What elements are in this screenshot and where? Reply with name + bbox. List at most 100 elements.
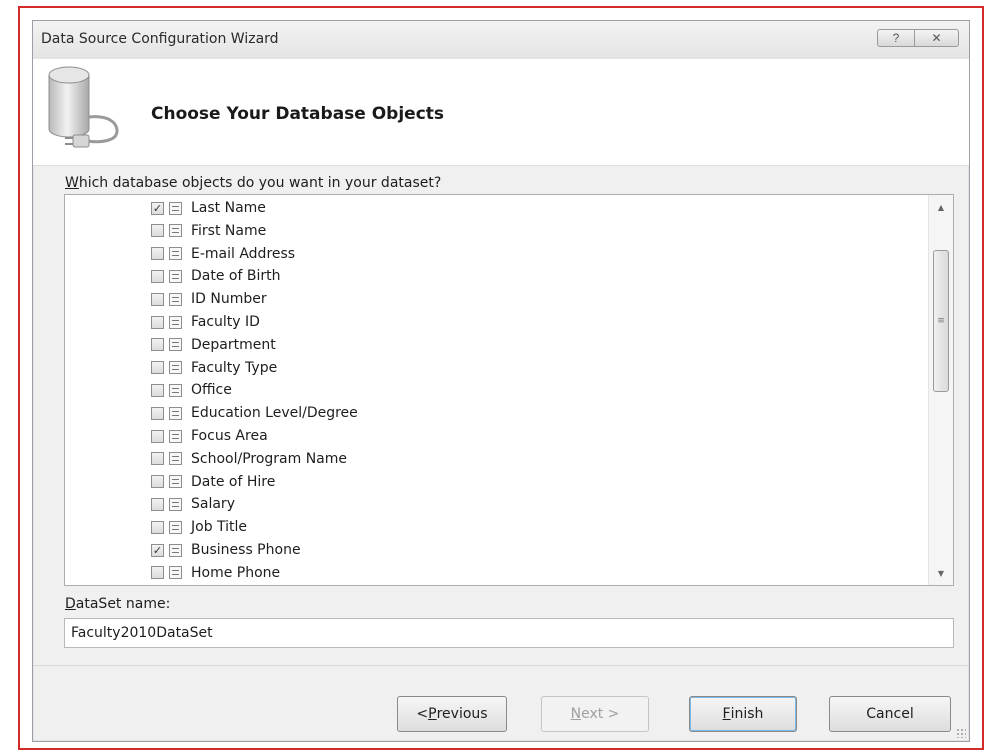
tree-item[interactable]: Focus Area bbox=[151, 425, 268, 447]
column-icon bbox=[169, 520, 182, 534]
checkbox-unchecked[interactable] bbox=[151, 429, 164, 443]
column-icon bbox=[169, 361, 182, 375]
next-text: ext > bbox=[581, 706, 620, 722]
wizard-dialog: Data Source Configuration Wizard ? ✕ Cho… bbox=[32, 20, 970, 742]
checkbox-unchecked[interactable] bbox=[151, 475, 164, 489]
column-icon bbox=[169, 224, 182, 238]
database-objects-tree[interactable]: ✓ Last Name First Name E-mail Address Date o… bbox=[64, 194, 954, 586]
scroll-up-icon[interactable]: ▲ bbox=[929, 197, 953, 217]
title-bar[interactable]: Data Source Configuration Wizard ? ✕ bbox=[33, 21, 969, 59]
checkbox-unchecked[interactable] bbox=[151, 292, 164, 306]
tree-item[interactable]: Job Title bbox=[151, 516, 247, 538]
tree-item[interactable]: Date of Birth bbox=[151, 265, 280, 287]
scroll-thumb[interactable]: ≡ bbox=[933, 250, 949, 392]
checkbox-unchecked[interactable] bbox=[151, 566, 164, 580]
screenshot-frame: Data Source Configuration Wizard ? ✕ Cho… bbox=[18, 6, 984, 750]
tree-item-label: Business Phone bbox=[191, 542, 301, 558]
tree-item[interactable]: Home Phone bbox=[151, 562, 280, 584]
checkbox-unchecked[interactable] bbox=[151, 383, 164, 397]
tree-item-label: First Name bbox=[191, 222, 267, 239]
column-icon bbox=[169, 269, 182, 283]
close-button[interactable]: ✕ bbox=[915, 29, 959, 47]
tree-item[interactable]: E-mail Address bbox=[151, 243, 295, 265]
checkbox-unchecked[interactable] bbox=[151, 224, 164, 238]
tree-item-label: Date of Hire bbox=[191, 473, 276, 490]
tree-item-label: Home Phone bbox=[191, 564, 281, 581]
column-icon bbox=[169, 475, 182, 489]
objects-prompt-text: hich database objects do you want in you… bbox=[78, 175, 442, 191]
checkbox-unchecked[interactable] bbox=[151, 520, 164, 534]
grip-icon: ≡ bbox=[937, 316, 945, 326]
checkbox-checked[interactable]: ✓ bbox=[151, 543, 164, 557]
tree-item-label: Education Level/Degree bbox=[191, 405, 358, 422]
tree-item-label: Office bbox=[191, 382, 232, 399]
scroll-down-icon[interactable]: ▼ bbox=[929, 563, 953, 583]
resize-grip-icon[interactable] bbox=[956, 728, 966, 738]
finish-button[interactable]: Finish bbox=[689, 696, 797, 732]
close-icon: ✕ bbox=[931, 31, 942, 45]
footer-divider bbox=[33, 665, 969, 666]
column-icon bbox=[169, 406, 182, 420]
help-button[interactable]: ? bbox=[877, 29, 915, 47]
checkbox-checked[interactable]: ✓ bbox=[151, 201, 164, 215]
column-icon bbox=[169, 383, 182, 397]
column-icon bbox=[169, 247, 182, 261]
checkbox-unchecked[interactable] bbox=[151, 269, 164, 283]
tree-item[interactable]: ✓ Business Phone bbox=[151, 539, 301, 561]
checkbox-unchecked[interactable] bbox=[151, 452, 164, 466]
tree-item[interactable]: Department bbox=[151, 334, 276, 356]
tree-item-label: ID Number bbox=[191, 291, 267, 308]
cancel-button[interactable]: Cancel bbox=[829, 696, 951, 732]
tree-item-label: Last Name bbox=[191, 200, 266, 216]
column-icon bbox=[169, 315, 182, 329]
dataset-name-label: DataSet name: bbox=[65, 596, 170, 612]
dataset-name-input[interactable] bbox=[64, 618, 954, 648]
column-icon bbox=[169, 429, 182, 443]
tree-item[interactable]: First Name bbox=[151, 220, 266, 242]
tree-item-label: E-mail Address bbox=[191, 245, 296, 262]
column-icon bbox=[169, 452, 182, 466]
tree-item-label: Focus Area bbox=[191, 428, 268, 444]
objects-prompt-accel: W bbox=[65, 175, 79, 191]
tree-item[interactable]: Salary bbox=[151, 493, 235, 515]
cancel-text: Cancel bbox=[866, 706, 914, 722]
objects-prompt-label: Which database objects do you want in yo… bbox=[65, 175, 441, 191]
previous-prefix: < bbox=[416, 706, 429, 722]
checkbox-unchecked[interactable] bbox=[151, 338, 164, 352]
tree-item[interactable]: ✓ Last Name bbox=[151, 197, 266, 219]
tree-item[interactable]: Office bbox=[151, 379, 232, 401]
column-icon bbox=[169, 201, 182, 215]
tree-item[interactable]: Faculty ID bbox=[151, 311, 260, 333]
tree-item-label: Job Title bbox=[191, 519, 248, 536]
tree-item[interactable]: Education Level/Degree bbox=[151, 402, 358, 424]
column-icon bbox=[169, 566, 182, 580]
tree-item[interactable]: ID Number bbox=[151, 288, 267, 310]
checkbox-unchecked[interactable] bbox=[151, 406, 164, 420]
next-button[interactable]: Next > bbox=[541, 696, 649, 732]
tree-item[interactable]: Date of Hire bbox=[151, 471, 275, 493]
previous-button[interactable]: < Previous bbox=[397, 696, 507, 732]
tree-item[interactable]: School/Program Name bbox=[151, 448, 347, 470]
finish-text: inish bbox=[730, 706, 764, 722]
finish-accel: F bbox=[722, 706, 731, 722]
tree-item-label: School/Program Name bbox=[191, 450, 348, 467]
dataset-name-text: ataSet name: bbox=[75, 596, 171, 612]
wizard-header: Choose Your Database Objects bbox=[33, 59, 969, 166]
tree-item-label: Faculty Type bbox=[191, 359, 278, 376]
checkbox-unchecked[interactable] bbox=[151, 497, 164, 511]
previous-text: revious bbox=[436, 706, 488, 722]
window-title: Data Source Configuration Wizard bbox=[41, 31, 279, 47]
tree-item[interactable]: Faculty Type bbox=[151, 357, 277, 379]
tree-item-label: Date of Birth bbox=[191, 268, 281, 285]
checkbox-unchecked[interactable] bbox=[151, 247, 164, 261]
dataset-name-accel: D bbox=[65, 596, 76, 612]
vertical-scrollbar[interactable]: ▲ ≡ ▼ bbox=[928, 195, 953, 585]
checkbox-unchecked[interactable] bbox=[151, 315, 164, 329]
previous-accel: P bbox=[428, 706, 437, 722]
checkbox-unchecked[interactable] bbox=[151, 361, 164, 375]
page-title: Choose Your Database Objects bbox=[151, 104, 445, 124]
next-accel: N bbox=[570, 706, 582, 722]
database-connection-icon bbox=[48, 66, 119, 148]
title-bar-buttons: ? ✕ bbox=[877, 29, 959, 47]
help-icon: ? bbox=[892, 31, 900, 45]
